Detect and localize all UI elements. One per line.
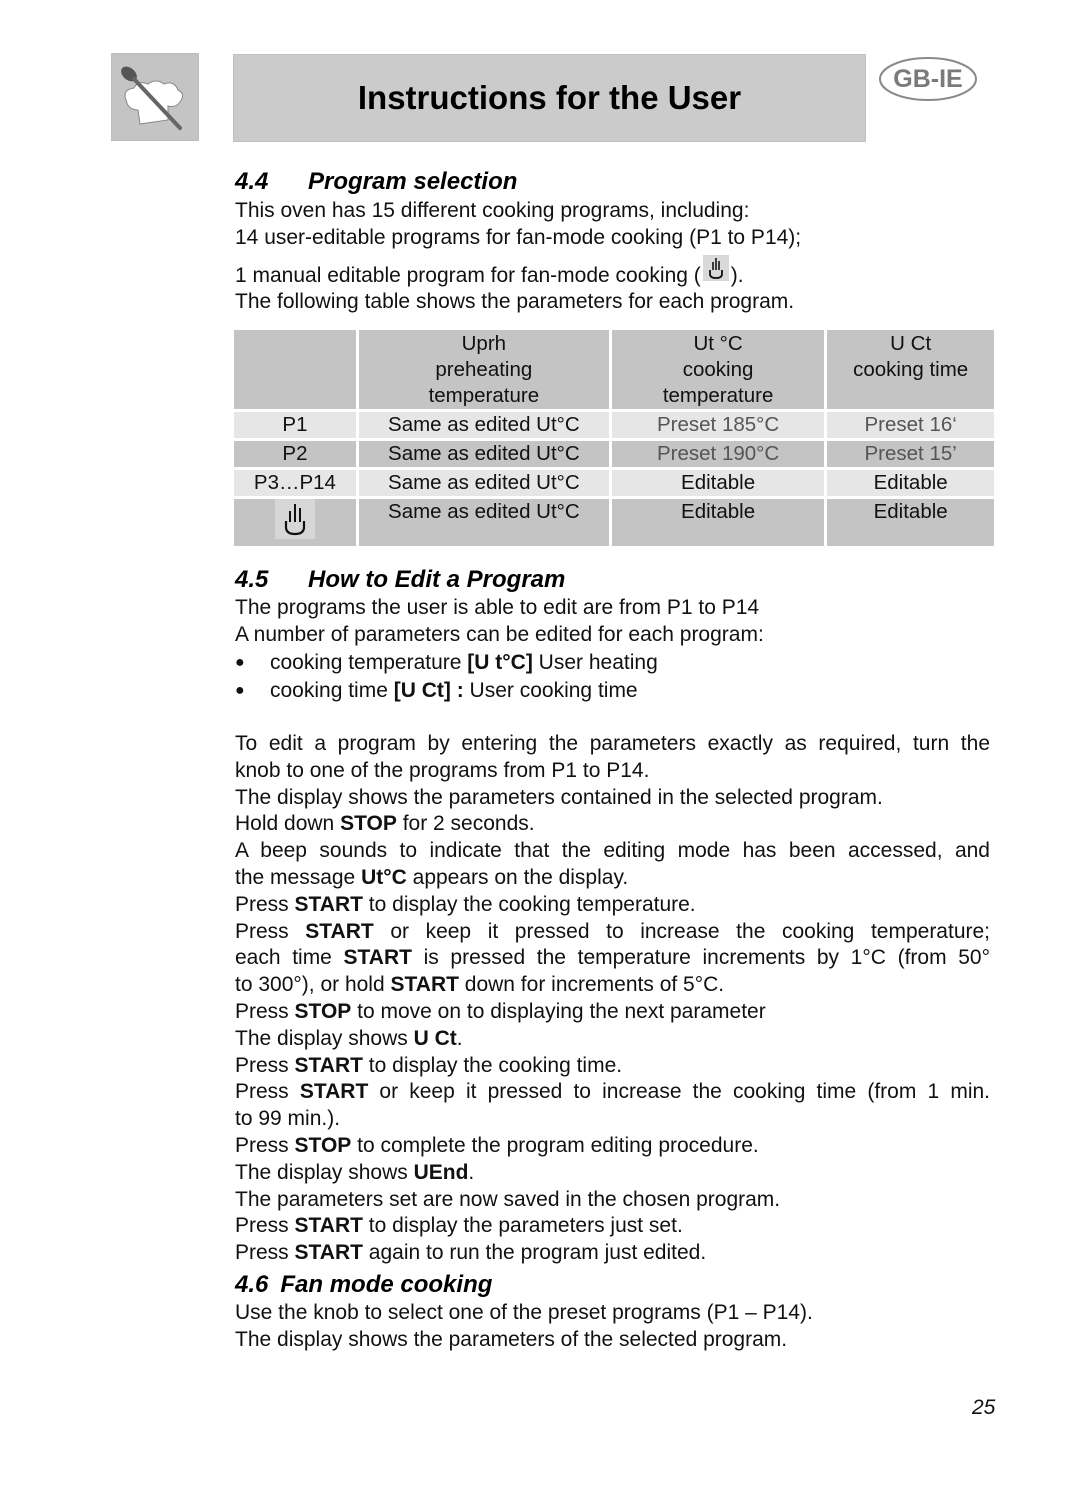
- text-line: The display shows the parameters contain…: [235, 785, 883, 809]
- cell-program: [234, 499, 356, 546]
- text-line: The parameters set are now saved in the …: [235, 1187, 781, 1211]
- text-line: Press STOP to complete the program editi…: [235, 1133, 759, 1157]
- cell-cooking-time: Editable: [827, 499, 994, 546]
- text-line: Hold down STOP for 2 seconds.: [235, 812, 535, 836]
- text-line: Press START to display the cooking tempe…: [235, 892, 696, 916]
- text-fragment: User cooking time: [463, 679, 638, 702]
- manual-hand-icon: [702, 254, 729, 281]
- text-fragment: 1 manual editable program for fan-mode c…: [235, 263, 701, 287]
- text-line: The following table shows the parameters…: [235, 290, 795, 314]
- text-fragment: cooking temperature: [270, 651, 462, 674]
- text-fragment: ).: [730, 263, 744, 287]
- text-line: Use the knob to select one of the preset…: [235, 1301, 813, 1324]
- text-line: To edit a program by entering the parame…: [235, 732, 990, 755]
- header-line: U Ct: [890, 332, 932, 355]
- cell-program: P3…P14: [234, 470, 356, 496]
- text-line: The programs the user is able to edit ar…: [235, 596, 760, 619]
- text-line: the message Ut°C appears on the display.: [235, 865, 629, 889]
- text-line: This oven has 15 different cooking progr…: [235, 199, 750, 222]
- text-line: 14 user-editable programs for fan-mode c…: [235, 225, 802, 249]
- text-line: A number of parameters can be edited for…: [235, 622, 764, 646]
- fan-mode-text: Use the knob to select one of the preset…: [235, 1300, 813, 1354]
- text-line: Press STOP to move on to displaying the …: [235, 999, 766, 1023]
- text-line: Press START or keep it pressed to increa…: [235, 1080, 991, 1104]
- header-line: preheating: [435, 358, 533, 381]
- table-header-preheat: Uprh preheating temperature: [358, 330, 609, 409]
- text-line: Press START to display the parameters ju…: [235, 1214, 683, 1238]
- text-line: to 99 min.).: [235, 1107, 341, 1131]
- text-fragment-bold: [U Ct] :: [393, 679, 464, 702]
- program-parameters-table: Uprh preheating temperature Ut °C cookin…: [231, 327, 997, 549]
- header-title-bar: Instructions for the User: [233, 54, 866, 142]
- text-line: A beep sounds to indicate that the editi…: [235, 839, 990, 863]
- text-line: to 300°), or hold START down for increme…: [235, 973, 725, 997]
- cell-cooking-temp: Editable: [611, 499, 825, 546]
- page-number: 25: [972, 1396, 996, 1419]
- cell-cooking-temp: Preset 190°C: [611, 441, 825, 467]
- table-header-row: Uprh preheating temperature Ut °C cookin…: [234, 330, 994, 409]
- text-line: 1 manual editable program for fan-mode c…: [235, 254, 801, 290]
- cell-preheat: Same as edited Ut°C: [358, 470, 609, 496]
- text-line: Press START again to run the program jus…: [235, 1241, 707, 1265]
- edit-intro-text: The programs the user is able to edit ar…: [235, 595, 764, 649]
- section-heading-fan-mode: 4.6 Fan mode cooking: [235, 1271, 492, 1299]
- text-fragment: cooking time: [270, 679, 388, 702]
- section-number: 4.5: [235, 566, 269, 593]
- section-title: How to Edit a Program: [308, 566, 566, 593]
- cell-preheat: Same as edited Ut°C: [358, 499, 609, 546]
- edit-steps-text: To edit a program by entering the parame…: [235, 731, 990, 1267]
- table-row: P1 Same as edited Ut°C Preset 185°C Pres…: [234, 412, 994, 438]
- language-badge-label: GB-IE: [893, 64, 963, 93]
- page-title: Instructions for the User: [357, 79, 742, 116]
- text-line: knob to one of the programs from P1 to P…: [235, 758, 650, 782]
- cell-cooking-time: Editable: [827, 470, 994, 496]
- list-item: ● cooking temperature [U t°C] User heati…: [235, 649, 658, 677]
- cell-cooking-temp: Editable: [611, 470, 825, 496]
- table-header-program: [234, 330, 356, 409]
- text-line: Press START or keep it pressed to increa…: [235, 919, 991, 943]
- chef-hat-spoon-icon: [111, 53, 199, 141]
- header-line: cooking: [682, 358, 754, 381]
- text-line: The display shows the parameters of the …: [235, 1327, 788, 1351]
- section-title: Program selection: [308, 168, 518, 195]
- cell-cooking-time: Preset 15’: [827, 441, 994, 467]
- cell-program: P1: [234, 412, 356, 438]
- section-heading-edit-program: 4.5 How to Edit a Program: [235, 566, 565, 594]
- section-number: 4.6: [235, 1271, 269, 1298]
- table-header-cooking-time: U Ct cooking time: [827, 330, 994, 409]
- cell-program: P2: [234, 441, 356, 467]
- cell-cooking-time: Preset 16‘: [827, 412, 994, 438]
- text-line: The display shows U Ct.: [235, 1026, 463, 1050]
- editable-parameters-list: ● cooking temperature [U t°C] User heati…: [235, 649, 658, 705]
- bullet-icon: ●: [235, 682, 245, 699]
- table-row: Same as edited Ut°C Editable Editable: [234, 499, 994, 546]
- program-selection-text: This oven has 15 different cooking progr…: [235, 198, 801, 316]
- header-line: temperature: [428, 384, 540, 407]
- bullet-icon: ●: [235, 654, 245, 671]
- cell-preheat: Same as edited Ut°C: [358, 412, 609, 438]
- section-heading-program-selection: 4.4 Program selection: [235, 168, 517, 196]
- text-line: The display shows UEnd.: [235, 1160, 475, 1184]
- header-line: cooking time: [853, 358, 969, 381]
- text-fragment-bold: [U t°C]: [467, 651, 533, 674]
- header-line: Uprh: [461, 332, 507, 355]
- table-header-cooking-temp: Ut °C cooking temperature: [611, 330, 825, 409]
- section-title: Fan mode cooking: [280, 1271, 493, 1298]
- header-line: temperature: [662, 384, 774, 407]
- section-number: 4.4: [235, 168, 269, 195]
- table-row: P2 Same as edited Ut°C Preset 190°C Pres…: [234, 441, 994, 467]
- text-line: Press START to display the cooking time.: [235, 1053, 623, 1077]
- header-line: Ut °C: [693, 332, 743, 355]
- text-fragment: User heating: [532, 651, 658, 674]
- manual-hand-icon: [274, 499, 315, 539]
- cell-cooking-temp: Preset 185°C: [611, 412, 825, 438]
- list-item: ● cooking time [U Ct] : User cooking tim…: [235, 677, 658, 705]
- text-line: each time START is pressed the temperatu…: [235, 946, 990, 970]
- language-badge: GB-IE: [878, 56, 978, 102]
- cell-preheat: Same as edited Ut°C: [358, 441, 609, 467]
- table-row: P3…P14 Same as edited Ut°C Editable Edit…: [234, 470, 994, 496]
